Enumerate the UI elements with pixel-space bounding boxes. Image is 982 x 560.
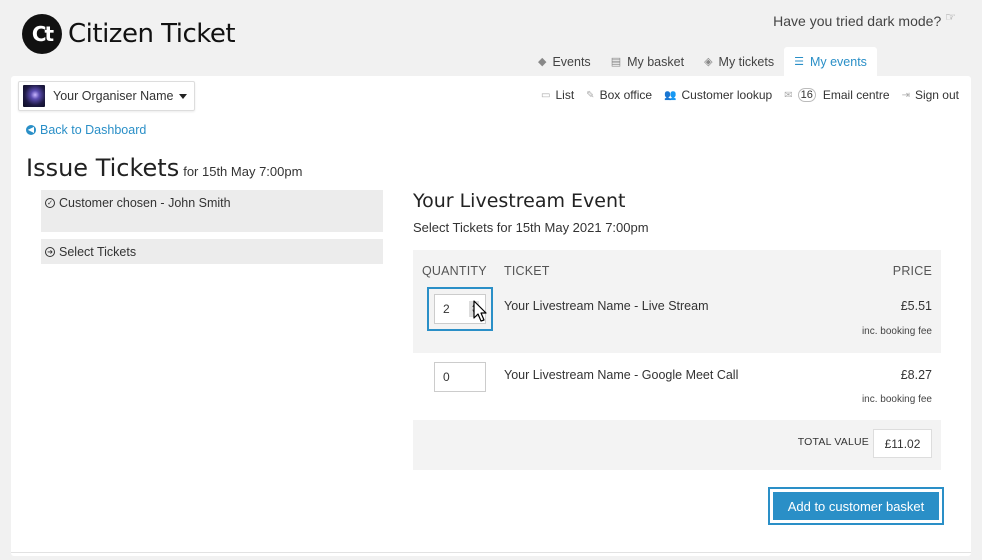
total-label: TOTAL VALUE — [797, 436, 869, 448]
table-row: 0 Your Livestream Name - Google Meet Cal… — [413, 354, 941, 420]
nav-customer-lookup[interactable]: 👥 Customer lookup — [664, 88, 772, 102]
nav-email-centre[interactable]: ✉ 16 Email centre — [784, 88, 890, 102]
nav-list[interactable]: ▭ List — [541, 88, 574, 102]
quantity-value: 0 — [443, 370, 450, 384]
main-panel: Your Organiser Name ▭ List ✎ Box office … — [11, 76, 971, 556]
booking-fee-note: inc. booking fee — [861, 394, 932, 405]
brand-mark: Ct — [22, 14, 62, 54]
tab-events-label: Events — [552, 54, 591, 69]
ticket-name: Your Livestream Name - Google Meet Call — [504, 368, 739, 382]
header-quantity: QUANTITY — [422, 264, 487, 278]
step-customer-chosen[interactable]: ✓ Customer chosen - John Smith — [41, 190, 383, 232]
organiser-name: Your Organiser Name — [53, 89, 174, 103]
nav-box-office[interactable]: ✎ Box office — [586, 88, 652, 102]
event-subtitle: Select Tickets for 15th May 2021 7:00pm — [413, 220, 649, 235]
tab-my-tickets-label: My tickets — [718, 54, 775, 69]
tab-events[interactable]: ◆ Events — [528, 47, 601, 76]
page-title-text: Issue Tickets — [26, 154, 180, 182]
main-tabs: ◆ Events ▤ My basket ◈ My tickets ☰ My e… — [528, 47, 877, 76]
back-to-dashboard-link[interactable]: ◀ Back to Dashboard — [26, 123, 146, 137]
step-select-tickets[interactable]: ➜ Select Tickets — [41, 239, 383, 264]
ticket-price: £8.27 — [900, 368, 932, 382]
check-circle-icon: ✓ — [45, 198, 55, 208]
back-link-label: Back to Dashboard — [40, 123, 147, 137]
mouse-pointer-icon — [473, 300, 487, 322]
ticket-icon: ◈ — [704, 56, 713, 68]
organiser-avatar — [23, 85, 45, 107]
table-row: 2 ▲▼ Your Livestream Name - Live Stream … — [413, 286, 941, 352]
tab-my-basket-label: My basket — [627, 54, 685, 69]
total-row: TOTAL VALUE £11.02 — [413, 422, 941, 470]
nav-email-centre-label: Email centre — [822, 88, 890, 102]
step-customer-label: Customer chosen - John Smith — [59, 196, 231, 210]
nav-customer-lookup-label: Customer lookup — [681, 88, 773, 102]
tab-my-basket[interactable]: ▤ My basket — [601, 47, 694, 76]
list-icon: ▭ — [541, 89, 551, 101]
page-subtitle: for 15th May 7:00pm — [183, 164, 303, 179]
caret-down-icon — [179, 93, 188, 99]
organiser-nav: ▭ List ✎ Box office 👥 Customer lookup ✉ … — [541, 88, 959, 102]
sign-out-icon: ⇥ — [901, 89, 910, 101]
nav-sign-out-label: Sign out — [914, 88, 959, 102]
envelope-icon: ✉ — [784, 89, 793, 101]
quantity-value: 2 — [443, 302, 450, 316]
dark-mode-prompt[interactable]: Have you tried dark mode? ☞ — [773, 10, 956, 29]
sliders-icon: ☰ — [794, 56, 804, 68]
ticket-name: Your Livestream Name - Live Stream — [504, 299, 709, 313]
step-tickets-label: Select Tickets — [59, 245, 137, 259]
users-icon: 👥 — [664, 89, 677, 101]
page-title: Issue Tickets for 15th May 7:00pm — [26, 154, 302, 182]
ticket-table: QUANTITY TICKET PRICE 2 ▲▼ Your Livestre… — [413, 250, 941, 470]
quantity-input[interactable]: 0 — [434, 362, 486, 392]
pencil-icon: ✎ — [586, 89, 595, 101]
tag-icon: ◆ — [538, 56, 547, 68]
header-price: PRICE — [892, 264, 932, 278]
arrow-circle-icon: ➜ — [45, 247, 55, 257]
brand-logo[interactable]: Ct Citizen Ticket — [22, 14, 236, 54]
tab-my-events[interactable]: ☰ My events — [784, 47, 877, 76]
pointing-hand-icon: ☞ — [945, 10, 956, 24]
basket-icon: ▤ — [610, 56, 622, 68]
nav-sign-out[interactable]: ⇥ Sign out — [902, 88, 959, 102]
header-ticket: TICKET — [504, 264, 550, 278]
arrow-left-circle-icon: ◀ — [26, 125, 36, 135]
nav-box-office-label: Box office — [599, 88, 653, 102]
tab-my-tickets[interactable]: ◈ My tickets — [694, 47, 784, 76]
email-count-badge: 16 — [797, 88, 816, 102]
total-value: £11.02 — [873, 429, 932, 458]
dark-mode-text: Have you tried dark mode? — [773, 13, 942, 29]
event-title: Your Livestream Event — [413, 190, 626, 212]
add-to-customer-basket-button[interactable]: Add to customer basket — [773, 492, 939, 520]
ticket-price: £5.51 — [900, 299, 932, 313]
nav-list-label: List — [555, 88, 575, 102]
footer-divider — [11, 552, 971, 553]
brand-name: Citizen Ticket — [68, 19, 236, 49]
organiser-select[interactable]: Your Organiser Name — [18, 81, 195, 111]
tab-my-events-label: My events — [809, 54, 867, 69]
booking-fee-note: inc. booking fee — [861, 326, 932, 337]
add-button-highlight: Add to customer basket — [768, 487, 944, 525]
